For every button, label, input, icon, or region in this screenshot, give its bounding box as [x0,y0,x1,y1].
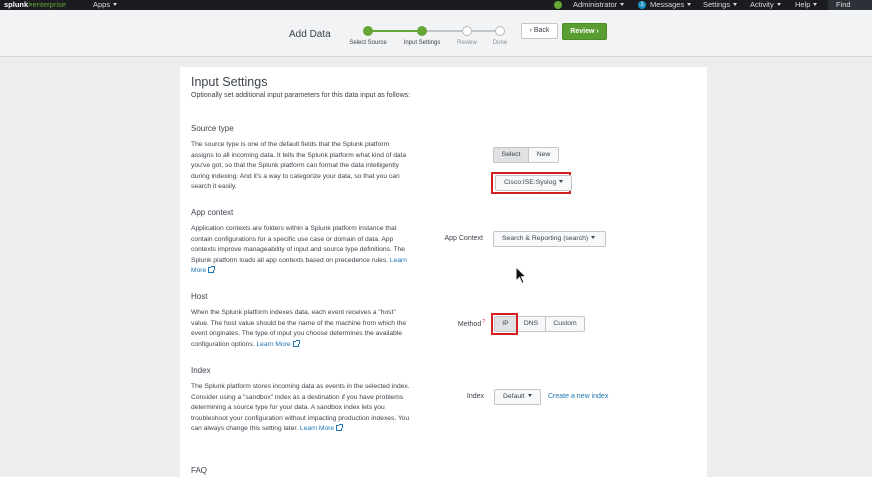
panel-subtitle: Optionally set additional input paramete… [191,92,411,99]
index-description: The Splunk platform stores incoming data… [191,383,410,433]
app-context-dropdown[interactable]: Search & Reporting (search) [493,231,606,247]
faq-title: FAQ [191,466,208,475]
splunk-logo[interactable]: splunk>enterprise [4,0,66,10]
help-menu[interactable]: Help [795,0,818,10]
source-type-dropdown[interactable]: Cisco:ISE:Syslog [495,175,573,191]
index-learn-more-link[interactable]: Learn More [300,424,344,432]
step-done-label: Done [492,40,508,46]
panel-title: Input Settings [191,75,268,89]
settings-menu[interactable]: Settings [703,0,738,10]
create-new-index-link[interactable]: Create a new index [548,393,608,400]
step-done-dot [495,26,505,36]
external-link-icon [336,424,344,432]
step-input-settings-label: Input Settings [403,40,441,46]
step-select-source-dot [363,26,373,36]
input-settings-panel: Input Settings Optionally set additional… [180,67,707,477]
administrator-menu[interactable]: Administrator [573,0,625,10]
external-link-icon [208,266,216,274]
page-title: Add Data [289,29,331,40]
add-data-header: Add Data Select Source Input Settings Re… [0,10,872,57]
index-dropdown[interactable]: Default [494,389,541,405]
source-type-description: The source type is one of the default fi… [191,141,407,191]
step-review-label: Review [457,40,477,46]
host-method-label: Method? [457,319,485,328]
health-status-icon[interactable] [554,1,562,9]
source-type-title: Source type [191,124,234,133]
host-method-custom-button[interactable]: Custom [545,316,585,332]
messages-badge[interactable]: 1 [638,1,646,9]
activity-menu[interactable]: Activity [750,0,781,10]
mouse-cursor-icon [515,266,527,285]
step-select-source-label: Select Source [349,40,387,46]
top-nav-bar: splunk>enterprise Apps Administrator 1 M… [0,0,872,10]
step-input-settings-dot [417,26,427,36]
apps-menu[interactable]: Apps [93,0,118,10]
app-context-label: App Context [444,235,483,242]
find-search-input[interactable]: Find [828,0,872,10]
external-link-icon [292,339,300,347]
help-icon[interactable]: ? [482,319,485,325]
step-review-dot [462,26,472,36]
host-method-dns-button[interactable]: DNS [516,316,546,332]
host-description: When the Splunk platform indexes data, e… [191,309,407,348]
messages-menu[interactable]: Messages [650,0,692,10]
back-button[interactable]: ‹ Back [521,23,558,39]
source-type-select-button[interactable]: Select [493,147,529,163]
app-context-title: App context [191,208,234,217]
app-context-description: Application contexts are folders within … [191,225,407,275]
step-connector-done [372,30,422,32]
host-title: Host [191,292,208,301]
ip-highlight [491,313,518,335]
host-learn-more-link[interactable]: Learn More [256,339,300,348]
review-button[interactable]: Review › [562,23,607,40]
index-label: Index [466,393,484,400]
source-type-new-button[interactable]: New [528,147,559,163]
index-title: Index [191,366,211,375]
